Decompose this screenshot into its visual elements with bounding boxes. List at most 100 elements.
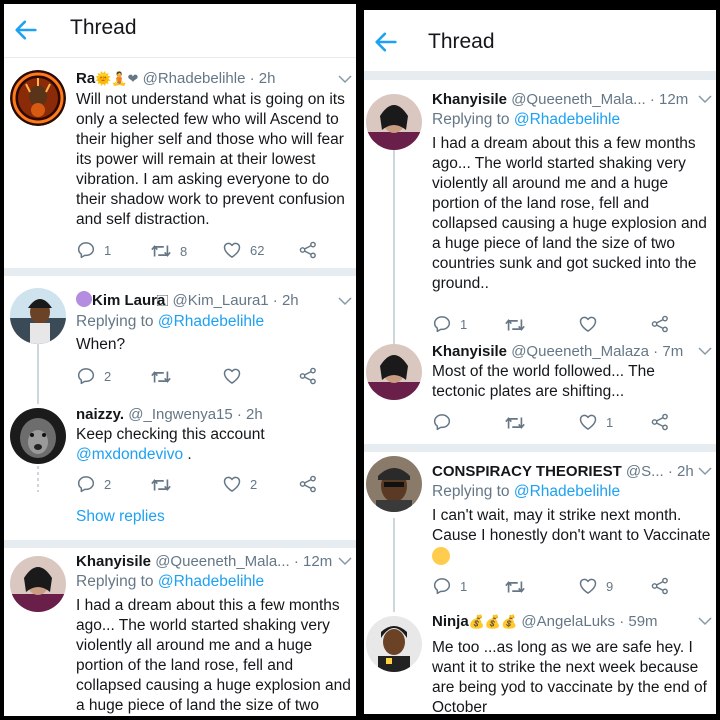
tweet-actions: 2 — [76, 366, 346, 388]
retweet-button[interactable] — [504, 412, 526, 434]
tweet[interactable]: Ninja💰💰💰 @AngelaLuks · 59m Me too ...as … — [364, 602, 716, 714]
tweet[interactable]: CONSPIRACY THEORIEST @S... · 2h Replying… — [364, 452, 716, 602]
share-button[interactable] — [650, 576, 670, 596]
avatar[interactable] — [10, 556, 66, 612]
tweet-text: Will not understand what is going on its… — [76, 91, 345, 228]
reply-button[interactable] — [432, 412, 452, 432]
display-name[interactable]: Kim Laura — [92, 292, 165, 309]
handle-time[interactable]: @Queeneth_Malaza · 7m — [511, 343, 683, 360]
replying-to-handle[interactable]: @Rhadebelihle — [514, 483, 620, 500]
reply-count: 1 — [460, 578, 468, 594]
retweet-button[interactable]: 8 — [150, 240, 187, 262]
tweet-header: Khanyisile @Queeneth_Mala... · 12m — [432, 90, 688, 110]
reply-icon — [432, 412, 452, 432]
like-icon — [578, 412, 598, 432]
retweet-button[interactable] — [504, 576, 526, 598]
retweet-icon — [150, 366, 172, 388]
reply-button[interactable]: 1 — [76, 240, 111, 260]
avatar[interactable] — [366, 344, 422, 400]
share-icon — [650, 412, 670, 432]
tweet-text-main: Keep checking this account — [76, 426, 265, 443]
replying-to-handle[interactable]: @Rhadebelihle — [514, 111, 620, 128]
like-count: 1 — [606, 414, 614, 430]
tweet-header: Ninja💰💰💰 @AngelaLuks · 59m — [432, 612, 658, 632]
display-name[interactable]: naizzy. — [76, 406, 124, 423]
show-replies-link[interactable]: Show replies — [76, 508, 165, 526]
replying-to-handle[interactable]: @Rhadebelihle — [158, 573, 264, 590]
chevron-down-icon[interactable] — [338, 296, 352, 306]
display-name[interactable]: Khanyisile — [432, 343, 507, 360]
tweet-actions: 1 — [432, 412, 702, 434]
like-button[interactable]: 1 — [578, 412, 613, 432]
share-button[interactable] — [650, 412, 670, 432]
share-icon — [650, 314, 670, 334]
chevron-down-icon[interactable] — [698, 466, 712, 476]
share-button[interactable] — [298, 474, 318, 494]
tweet-text: Keep checking this account @mxdondevivo … — [76, 425, 346, 465]
avatar[interactable] — [366, 616, 422, 672]
retweet-button[interactable] — [504, 314, 526, 336]
display-name[interactable]: Ra — [76, 70, 95, 87]
chevron-down-icon[interactable] — [338, 74, 352, 84]
tweet-header: CONSPIRACY THEORIEST @S... · 2h — [432, 462, 694, 482]
mention-link[interactable]: @mxdondevivo — [76, 446, 183, 463]
retweet-icon — [150, 240, 172, 262]
share-button[interactable] — [650, 314, 670, 334]
tweet-text: Me too ...as long as we are safe hey. I … — [432, 639, 707, 714]
replying-label: Replying to — [76, 313, 154, 330]
back-arrow-icon[interactable] — [372, 28, 400, 56]
chevron-down-icon[interactable] — [698, 346, 712, 356]
handle-time[interactable]: @_Ingwenya15 · 2h — [128, 406, 262, 423]
like-button[interactable] — [578, 314, 598, 334]
replying-to-handle[interactable]: @Rhadebelihle — [158, 313, 264, 330]
avatar[interactable] — [10, 408, 66, 464]
like-button[interactable] — [222, 366, 242, 386]
display-name[interactable]: CONSPIRACY THEORIEST — [432, 463, 622, 480]
share-button[interactable] — [298, 240, 318, 260]
share-icon — [298, 366, 318, 386]
share-icon — [650, 576, 670, 596]
thread-header: Thread — [4, 4, 356, 58]
handle-time[interactable]: @Queeneth_Mala... · 12m — [155, 553, 332, 570]
reply-button[interactable]: 1 — [432, 576, 467, 596]
page-title: Thread — [70, 16, 137, 39]
avatar[interactable] — [10, 288, 66, 344]
reply-count: 1 — [460, 316, 468, 332]
tweet[interactable]: 🟣Kim Laura⃞ @Kim_Laura1 · 2h Replying to… — [4, 276, 356, 402]
reply-icon — [432, 576, 452, 596]
back-arrow-icon[interactable] — [12, 16, 40, 44]
tweet-header: 🟣Kim Laura⃞ @Kim_Laura1 · 2h — [76, 291, 299, 311]
handle-time[interactable]: @Kim_Laura1 · 2h — [173, 292, 299, 309]
display-name[interactable]: Ninja — [432, 613, 469, 630]
handle-time[interactable]: @Rhadebelihle · 2h — [143, 70, 276, 87]
tweet[interactable]: naizzy. @_Ingwenya15 · 2h Keep checking … — [4, 402, 356, 540]
handle-time[interactable]: @S... · 2h — [626, 463, 694, 480]
tweet-text-tail: . — [183, 446, 192, 463]
reply-button[interactable]: 2 — [76, 366, 111, 386]
avatar[interactable] — [366, 456, 422, 512]
name-emoji: 🌞🧘❤ — [95, 71, 139, 86]
like-button[interactable]: 2 — [222, 474, 257, 494]
chevron-down-icon[interactable] — [698, 616, 712, 626]
avatar[interactable] — [10, 70, 66, 126]
retweet-button[interactable] — [150, 474, 172, 496]
handle-time[interactable]: @AngelaLuks · 59m — [521, 613, 657, 630]
chevron-down-icon[interactable] — [698, 94, 712, 104]
tweet[interactable]: Khanyisile @Queeneth_Mala... · 12m Reply… — [4, 548, 356, 716]
chevron-down-icon[interactable] — [338, 556, 352, 566]
avatar[interactable] — [366, 94, 422, 150]
reply-button[interactable]: 2 — [76, 474, 111, 494]
handle-time[interactable]: @Queeneth_Mala... · 12m — [511, 91, 688, 108]
tweet[interactable]: Khanyisile @Queeneth_Malaza · 7m Most of… — [364, 336, 716, 444]
right-thread-panel: Thread Khanyisile @Queeneth_Mala... · 12… — [364, 10, 716, 714]
like-button[interactable]: 62 — [222, 240, 264, 260]
tweet[interactable]: Khanyisile @Queeneth_Mala... · 12m Reply… — [364, 80, 716, 330]
display-name[interactable]: Khanyisile — [76, 553, 151, 570]
display-name[interactable]: Khanyisile — [432, 91, 507, 108]
share-button[interactable] — [298, 366, 318, 386]
tweet[interactable]: Ra🌞🧘❤ @Rhadebelihle · 2h Will not unders… — [4, 58, 356, 268]
like-button[interactable]: 9 — [578, 576, 613, 596]
retweet-button[interactable] — [150, 366, 172, 388]
tweet-text: I had a dream about this a few months ag… — [432, 135, 707, 292]
reply-button[interactable]: 1 — [432, 314, 467, 334]
